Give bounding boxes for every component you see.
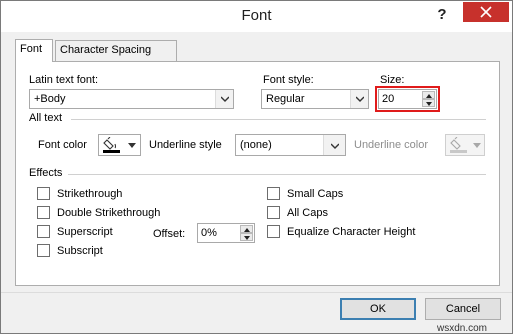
equalize-height-label[interactable]: Equalize Character Height [287,226,415,238]
effects-divider [68,174,486,175]
all-text-heading: All text [29,112,63,124]
latin-font-combo[interactable]: +Body [29,89,234,109]
close-button[interactable] [463,2,509,22]
equalize-height-checkbox[interactable] [267,225,280,238]
size-label: Size: [380,74,405,86]
chevron-down-icon [128,143,136,148]
all-text-divider [71,119,486,120]
size-highlight-box [375,86,440,112]
font-style-label: Font style: [263,74,314,86]
latin-font-label: Latin text font: [29,74,99,86]
small-caps-checkbox[interactable] [267,187,280,200]
underline-style-dropdown-button[interactable] [323,135,345,155]
small-caps-label[interactable]: Small Caps [287,188,343,200]
offset-spinner[interactable]: 0% [197,223,255,243]
latin-font-value: +Body [34,93,66,105]
help-button[interactable]: ? [432,5,452,25]
subscript-label[interactable]: Subscript [57,245,103,257]
font-style-value: Regular [266,93,305,105]
paint-bucket-icon [450,137,467,153]
underline-color-button[interactable] [445,134,485,156]
font-color-label: Font color [38,139,87,151]
double-strikethrough-checkbox[interactable] [37,206,50,219]
underline-style-label: Underline style [149,139,222,151]
title-bar: Font ? [1,1,512,32]
close-icon [480,6,492,18]
font-dialog: Font ? Font Character Spacing Latin text… [0,0,513,334]
double-strikethrough-label[interactable]: Double Strikethrough [57,207,160,219]
watermark: wsxdn.com [437,323,488,334]
paint-bucket-icon [103,137,120,153]
ok-button[interactable]: OK [340,298,416,320]
effects-heading: Effects [29,167,63,179]
font-color-button[interactable] [98,134,141,156]
offset-value[interactable]: 0% [201,227,217,239]
offset-down-button[interactable] [240,233,253,241]
font-style-dropdown-button[interactable] [350,90,368,108]
underline-style-combo[interactable]: (none) [235,134,346,156]
strikethrough-checkbox[interactable] [37,187,50,200]
tab-font[interactable]: Font [15,39,53,62]
superscript-checkbox[interactable] [37,225,50,238]
underline-color-label: Underline color [354,139,428,151]
superscript-label[interactable]: Superscript [57,226,113,238]
font-style-combo[interactable]: Regular [261,89,369,109]
strikethrough-label[interactable]: Strikethrough [57,188,122,200]
offset-label: Offset: [153,228,186,240]
latin-font-dropdown-button[interactable] [215,90,233,108]
triangle-down-icon [244,236,250,240]
chevron-down-icon [331,143,339,149]
footer-divider [1,292,512,293]
chevron-down-icon [356,96,364,102]
subscript-checkbox[interactable] [37,244,50,257]
tab-character-spacing[interactable]: Character Spacing [55,40,177,61]
underline-style-value: (none) [240,139,272,151]
offset-up-button[interactable] [240,225,253,233]
triangle-up-icon [244,228,250,232]
cancel-button[interactable]: Cancel [425,298,501,320]
chevron-down-icon [221,96,229,102]
all-caps-label[interactable]: All Caps [287,207,328,219]
all-caps-checkbox[interactable] [267,206,280,219]
chevron-down-icon [473,143,481,148]
